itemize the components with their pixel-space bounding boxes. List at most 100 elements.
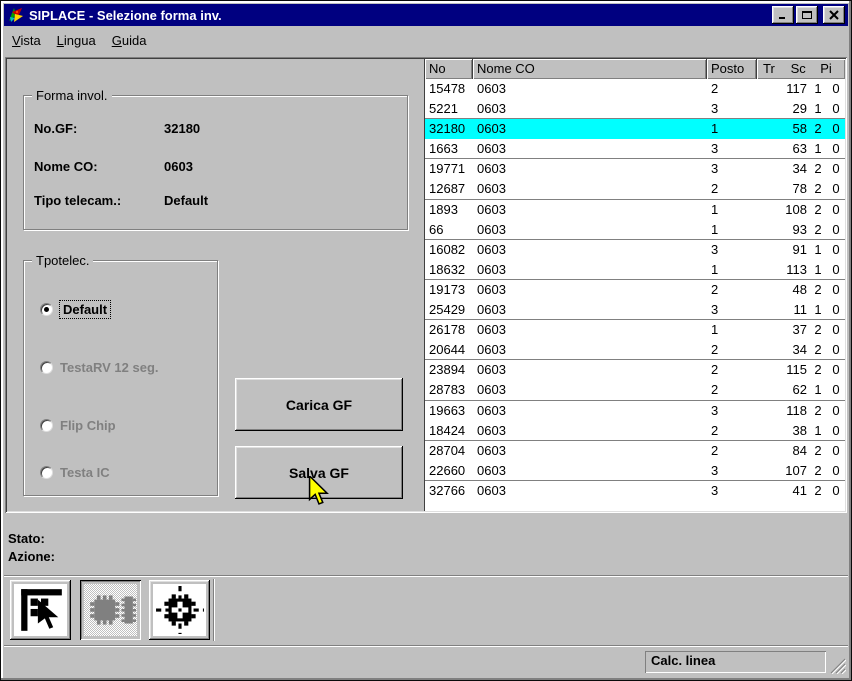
cell-posto: 2 <box>711 442 719 458</box>
table-row[interactable]: 15478 0603 2 117 1 0 <box>425 79 845 99</box>
cell-posto: 2 <box>711 181 719 197</box>
cell-sc: 1 <box>814 302 822 318</box>
column-header-nome-co[interactable]: Nome CO <box>473 59 707 79</box>
cell-no: 16082 <box>429 241 466 257</box>
radio-testa-ic: Testa IC <box>40 464 110 480</box>
table-row[interactable]: 19771 0603 3 34 2 0 <box>425 159 845 179</box>
cell-tr: 38 <box>792 422 807 438</box>
cell-tr: 113 <box>786 261 807 277</box>
field-nome-co: Nome CO: 0603 <box>34 159 399 175</box>
table-row[interactable]: 12687 0603 2 78 2 0 <box>425 179 845 199</box>
cell-posto: 1 <box>711 322 719 338</box>
component-centering-button[interactable] <box>149 580 210 640</box>
field-tipo-telecam: Tipo telecam.: Default <box>34 193 399 209</box>
table-row[interactable]: 26178 0603 1 37 2 0 <box>425 320 845 340</box>
table-row[interactable]: 25429 0603 3 11 1 0 <box>425 300 845 320</box>
cell-posto: 3 <box>711 482 719 498</box>
cell-no: 18632 <box>429 261 466 277</box>
salva-gf-button[interactable]: Salva GF <box>235 446 403 499</box>
table-row[interactable]: 32766 0603 3 41 2 0 <box>425 481 845 501</box>
table-row[interactable]: 18632 0603 1 113 1 0 <box>425 260 845 280</box>
cell-tr: 48 <box>792 281 807 297</box>
cell-nome-co: 0603 <box>477 382 506 398</box>
cell-nome-co: 0603 <box>477 181 506 197</box>
table-row[interactable]: 20644 0603 2 34 2 0 <box>425 340 845 360</box>
cell-posto: 2 <box>711 422 719 438</box>
radio-default[interactable]: Default <box>40 299 112 319</box>
no-gf-label: No.GF: <box>34 121 78 136</box>
cell-posto: 3 <box>711 101 719 117</box>
forma-invol-group: Forma invol. No.GF: 32180 Nome CO: 0603 … <box>23 88 408 230</box>
toolbar-divider <box>4 575 848 577</box>
table-row[interactable]: 1893 0603 1 108 2 0 <box>425 200 845 220</box>
cell-nome-co: 0603 <box>477 281 506 297</box>
menu-lingua[interactable]: Lingua <box>49 30 104 51</box>
cell-no: 25429 <box>429 302 466 318</box>
cell-no: 23894 <box>429 362 466 378</box>
menu-guida[interactable]: Guida <box>104 30 155 51</box>
cell-posto: 2 <box>711 362 719 378</box>
column-header-pi: Pi <box>820 61 832 76</box>
title-bar[interactable]: SIPLACE - Selezione forma inv. <box>4 4 848 26</box>
select-tool-button[interactable] <box>10 580 71 640</box>
cell-nome-co: 0603 <box>477 101 506 117</box>
cell-no: 22660 <box>429 462 466 478</box>
azione-label: Azione: <box>8 549 55 564</box>
table-row[interactable]: 28783 0603 2 62 1 0 <box>425 380 845 400</box>
statusbar-message: Calc. linea <box>645 651 826 673</box>
cell-sc: 2 <box>814 362 822 378</box>
column-header-tr-sc-pi[interactable]: Tr Sc Pi <box>757 59 845 79</box>
close-icon[interactable] <box>823 6 845 24</box>
table-row-selected[interactable]: 32180 0603 1 58 2 0 <box>425 119 845 140</box>
table-row[interactable]: 66 0603 1 93 2 0 <box>425 220 845 240</box>
cell-nome-co: 0603 <box>477 402 506 418</box>
tpotelec-group: Tpotelec. Default TestaRV 12 seg. Flip Chi… <box>23 253 218 496</box>
component-view-button[interactable] <box>80 580 141 640</box>
cell-tr: 11 <box>793 302 808 318</box>
app-window: SIPLACE - Selezione forma inv. Vista Ling… <box>0 0 852 681</box>
table-row[interactable]: 5221 0603 3 29 1 0 <box>425 99 845 119</box>
toolbar-separator <box>213 579 215 641</box>
cell-posto: 2 <box>711 81 719 96</box>
table-row[interactable]: 23894 0603 2 115 2 0 <box>425 360 845 380</box>
cell-pi: 0 <box>832 322 840 338</box>
cell-pi: 0 <box>832 362 840 378</box>
stato-label: Stato: <box>8 531 45 546</box>
cell-no: 15478 <box>429 81 466 96</box>
column-header-no[interactable]: No <box>425 59 473 79</box>
table-row[interactable]: 16082 0603 3 91 1 0 <box>425 240 845 260</box>
table-row[interactable]: 18424 0603 2 38 1 0 <box>425 421 845 441</box>
cell-posto: 2 <box>711 281 719 297</box>
table-row[interactable]: 1663 0603 3 63 1 0 <box>425 139 845 159</box>
main-panel: Forma invol. No.GF: 32180 Nome CO: 0603 … <box>5 57 847 513</box>
radio-circle-icon[interactable] <box>40 302 53 316</box>
table-row[interactable]: 19663 0603 3 118 2 0 <box>425 401 845 421</box>
table-row[interactable]: 22660 0603 3 107 2 0 <box>425 461 845 481</box>
window-title: SIPLACE - Selezione forma inv. <box>29 7 222 23</box>
maximize-icon[interactable] <box>796 6 818 24</box>
minimize-icon[interactable] <box>772 6 794 24</box>
resize-grip-icon[interactable] <box>829 657 846 674</box>
table-row[interactable]: 28704 0603 2 84 2 0 <box>425 441 845 461</box>
column-header-posto[interactable]: Posto <box>707 59 757 79</box>
cell-tr: 115 <box>786 362 807 378</box>
tipo-telecam-label: Tipo telecam.: <box>34 193 122 208</box>
no-gf-value: 32180 <box>164 121 201 136</box>
cell-nome-co: 0603 <box>477 302 506 318</box>
cell-sc: 2 <box>814 322 822 338</box>
cell-no: 19663 <box>429 402 466 418</box>
cell-nome-co: 0603 <box>477 161 506 177</box>
cell-pi: 0 <box>832 422 840 438</box>
cell-sc: 2 <box>814 442 822 458</box>
window-controls <box>772 6 845 24</box>
cell-posto: 1 <box>711 201 719 217</box>
menu-vista[interactable]: Vista <box>4 30 49 51</box>
cell-posto: 1 <box>711 261 719 277</box>
cell-sc: 2 <box>814 281 822 297</box>
cell-tr: 84 <box>792 442 807 458</box>
cell-posto: 3 <box>711 241 719 257</box>
table-row[interactable]: 19173 0603 2 48 2 0 <box>425 280 845 300</box>
radio-testarv-12-seg-: TestaRV 12 seg. <box>40 359 159 375</box>
carica-gf-button[interactable]: Carica GF <box>235 378 403 431</box>
status-bar: Calc. linea <box>4 645 848 677</box>
